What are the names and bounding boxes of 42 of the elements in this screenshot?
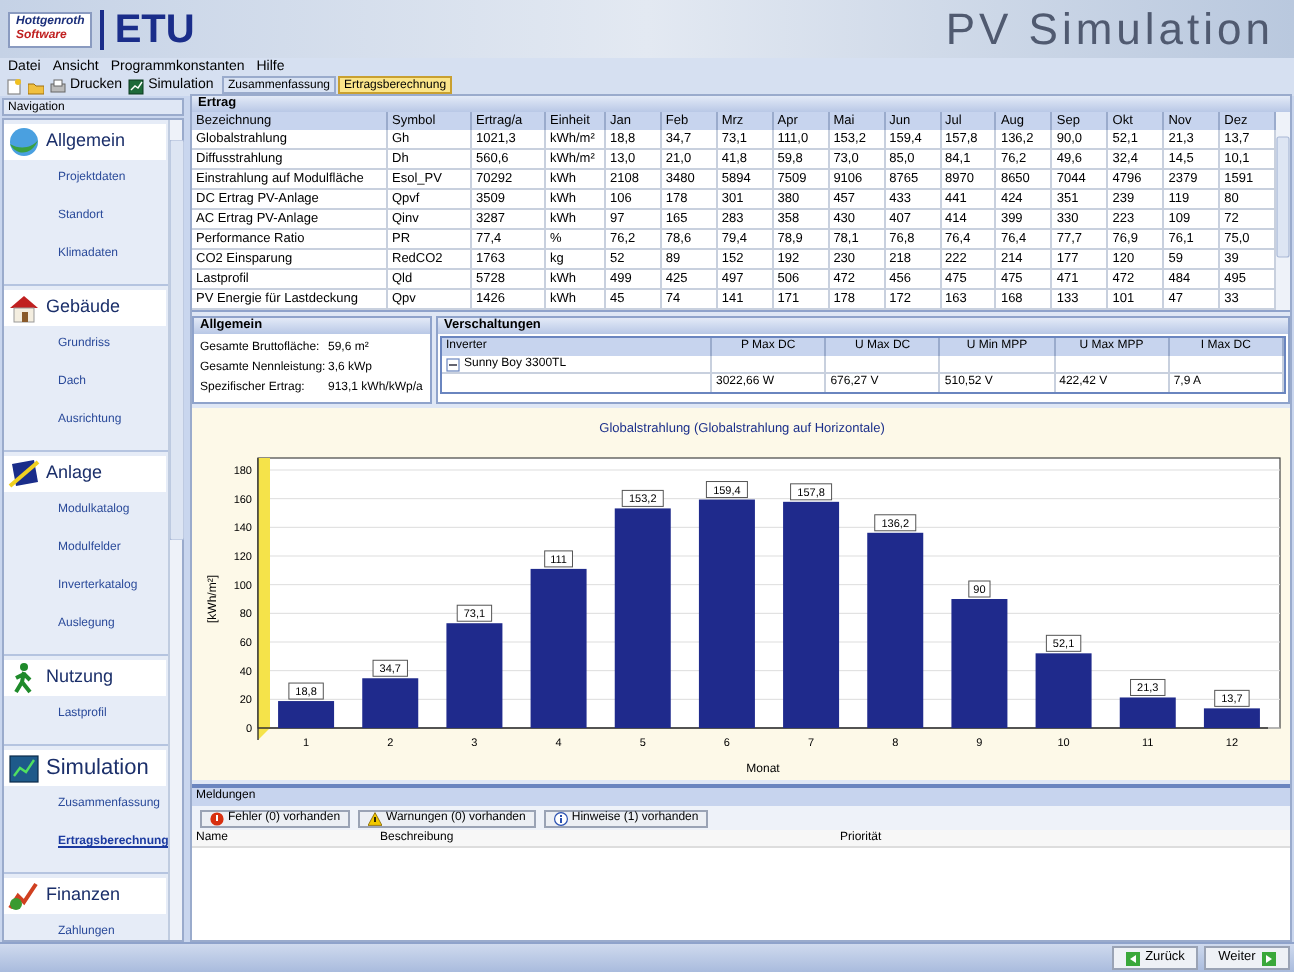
value-label-background	[372, 659, 408, 677]
brand-name: ETU	[100, 9, 195, 49]
error-icon	[210, 811, 224, 825]
right-arrow-icon	[1261, 951, 1276, 965]
left-arrow-icon	[1125, 951, 1140, 965]
value-label-background	[544, 550, 573, 568]
value-label-background	[621, 489, 664, 507]
nav-group-header[interactable]: Allgemein	[4, 124, 167, 160]
printer-icon	[50, 77, 66, 95]
bar	[278, 701, 335, 728]
value-label-background	[288, 682, 324, 700]
collapse-icon[interactable]	[446, 357, 460, 371]
globe-icon	[8, 126, 40, 158]
value-label-background	[1214, 689, 1250, 707]
bar	[951, 599, 1008, 728]
nav-group-header[interactable]: Gebäude	[4, 290, 167, 326]
new-file-icon[interactable]	[6, 77, 22, 95]
nav-group-header[interactable]: Anlage	[4, 456, 167, 492]
app-title: PV Simulation	[945, 7, 1276, 51]
house-icon	[8, 292, 40, 324]
bar	[446, 623, 503, 728]
chart-board-icon	[128, 77, 145, 95]
rising-chart-icon	[8, 880, 40, 912]
nav-group-header[interactable]: Simulation	[4, 750, 167, 786]
value-label-background	[874, 514, 917, 532]
folder-icon[interactable]	[28, 77, 44, 95]
value-label-background	[968, 580, 991, 598]
value-label-background	[705, 481, 748, 499]
warning-icon	[368, 811, 383, 825]
value-label-background	[1130, 678, 1166, 696]
nav-group-header[interactable]: Nutzung	[4, 660, 167, 696]
solar-panel-icon	[8, 458, 40, 490]
value-label-background	[790, 483, 833, 501]
bar	[1119, 697, 1176, 728]
value-label-background	[456, 604, 493, 622]
bar	[1203, 708, 1260, 728]
value-label-background	[1045, 634, 1082, 652]
line-chart-icon	[8, 752, 40, 784]
bar	[1035, 653, 1092, 728]
info-icon	[553, 811, 568, 825]
bar	[362, 678, 419, 728]
nav-group-header[interactable]: Finanzen	[4, 878, 167, 914]
